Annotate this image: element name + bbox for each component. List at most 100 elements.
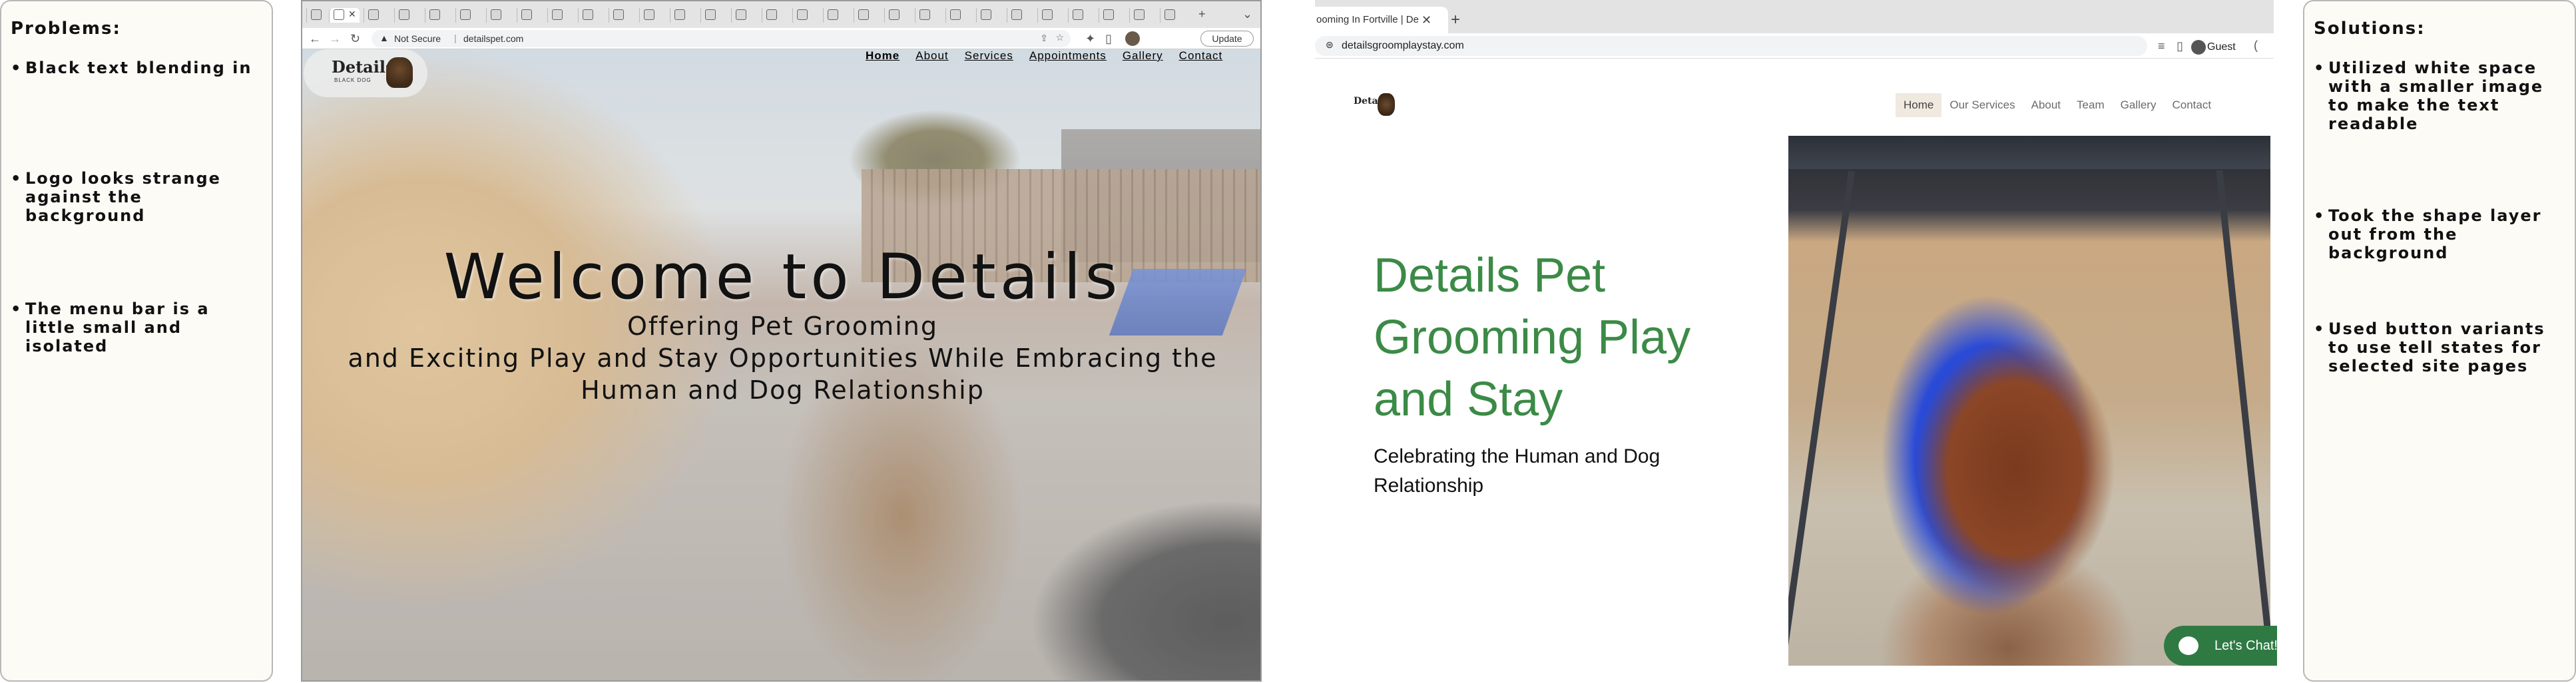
nav-contact[interactable]: Contact <box>2164 93 2219 117</box>
star-icon[interactable]: ☆ <box>1055 32 1064 43</box>
url-text: detailsgroomplaystay.com <box>1342 40 1464 51</box>
address-bar[interactable]: ⊜ detailsgroomplaystay.com <box>1315 36 2147 56</box>
browser-tab[interactable] <box>306 8 326 23</box>
tab-favicon-icon <box>1103 9 1114 20</box>
browser-tab[interactable] <box>639 8 666 23</box>
forward-icon[interactable]: → <box>329 32 341 45</box>
tab-favicon-icon <box>1164 9 1175 20</box>
tab-favicon-icon <box>460 9 471 20</box>
tab-strip: ✕ + ⌄ <box>302 1 1260 28</box>
browser-tab[interactable] <box>547 8 574 23</box>
sidebar-icon[interactable]: ▯ <box>2177 39 2183 53</box>
back-icon[interactable]: ← <box>309 32 321 45</box>
tab-favicon-icon <box>889 9 900 20</box>
new-site-nav: Home Our Services About Team Gallery Con… <box>1896 93 2219 117</box>
browser-tab[interactable] <box>486 8 513 23</box>
nav-about[interactable]: About <box>2023 93 2069 117</box>
reading-list-icon[interactable]: ≡ <box>2158 39 2165 53</box>
nav-team[interactable]: Team <box>2069 93 2113 117</box>
browser-tab[interactable] <box>1099 8 1125 23</box>
update-button[interactable]: Update <box>1200 31 1254 47</box>
browser-tab[interactable] <box>455 8 482 23</box>
solution-item: • Utilized white space with a smaller ima… <box>2314 59 2544 133</box>
tab-title: ooming In Fortville | De <box>1316 14 1419 25</box>
browser-tab[interactable] <box>517 8 543 23</box>
browser-tab[interactable] <box>945 8 972 23</box>
browser-tab[interactable] <box>609 8 635 23</box>
tab-favicon-icon <box>1073 9 1083 20</box>
profile-label[interactable]: Guest <box>2207 41 2236 53</box>
nav-gallery[interactable]: Gallery <box>1115 49 1171 64</box>
tab-favicon-icon <box>521 9 532 20</box>
new-tab-icon[interactable]: + <box>1451 12 1460 28</box>
tab-favicon-icon <box>950 9 961 20</box>
tab-favicon-icon <box>797 9 808 20</box>
browser-tab[interactable] <box>1037 8 1064 23</box>
tab-favicon-icon <box>828 9 838 20</box>
tab-favicon-icon <box>1042 9 1053 20</box>
browser-tab[interactable] <box>854 8 880 23</box>
chevron-down-icon[interactable]: ⌄ <box>1242 7 1252 21</box>
address-bar[interactable]: ▲ Not Secure | detailspet.com ⇪ ☆ <box>372 30 1071 47</box>
browser-tab[interactable] <box>670 8 696 23</box>
share-icon[interactable]: ⇪ <box>1040 33 1048 44</box>
browser-tab[interactable] <box>731 8 758 23</box>
browser-tab[interactable] <box>976 8 1003 23</box>
extensions-icon[interactable]: ✦ <box>1085 32 1095 45</box>
sidebar-icon[interactable]: ▯ <box>1105 32 1112 45</box>
browser-tab[interactable] <box>364 8 390 23</box>
tab-favicon-icon <box>429 9 440 20</box>
browser-tab[interactable] <box>1007 8 1033 23</box>
nav-appointments[interactable]: Appointments <box>1021 49 1115 64</box>
browser-tab[interactable] <box>1160 8 1186 23</box>
dog-logo-icon <box>386 57 413 88</box>
url-text: detailspet.com <box>463 33 524 44</box>
nav-gallery[interactable]: Gallery <box>2113 93 2165 117</box>
nav-our-services[interactable]: Our Services <box>1941 93 2023 117</box>
chat-bubble-icon <box>2179 636 2198 655</box>
close-icon[interactable]: ✕ <box>348 9 356 20</box>
tab-favicon-icon <box>981 9 991 20</box>
browser-tab[interactable] <box>700 8 727 23</box>
browser-tab[interactable] <box>823 8 850 23</box>
close-icon[interactable]: ✕ <box>1421 7 1431 33</box>
site-logo[interactable]: Details BLACK DOG <box>304 49 427 97</box>
browser-tab[interactable] <box>1129 8 1156 23</box>
solution-item: • Took the shape layer out from the backg… <box>2314 206 2542 262</box>
nav-contact[interactable]: Contact <box>1171 49 1231 64</box>
hero-subheadline: Celebrating the Human and Dog Relationsh… <box>1374 445 1661 497</box>
browser-tab[interactable] <box>915 8 941 23</box>
hero-line-1: Offering Pet Grooming <box>627 312 938 341</box>
dog-logo-icon <box>1378 93 1395 116</box>
browser-tab-active[interactable]: ooming In Fortville | De ✕ <box>1315 7 1448 33</box>
browser-toolbar: ⊜ detailsgroomplaystay.com ≡ ▯ Guest ( <box>1315 33 2274 59</box>
tab-favicon-icon <box>674 9 685 20</box>
browser-tab[interactable] <box>762 8 788 23</box>
nav-home[interactable]: Home <box>858 49 907 64</box>
logo-wordmark: Details <box>332 57 395 77</box>
site-logo[interactable]: Details <box>1354 93 1396 120</box>
browser-tab[interactable] <box>425 8 451 23</box>
avatar[interactable] <box>1125 31 1140 46</box>
browser-tab[interactable] <box>394 8 421 23</box>
old-site-browser: ✕ + ⌄ ← → ↻ ▲ Not Secure | detailspet.co… <box>301 0 1262 682</box>
nav-about[interactable]: About <box>907 49 956 64</box>
profile-icon[interactable] <box>2191 40 2206 55</box>
browser-tab-active[interactable]: ✕ <box>329 8 360 23</box>
problems-panel: Problems: • Black text blending in • Logo … <box>0 0 273 682</box>
nav-services[interactable]: Services <box>957 49 1021 64</box>
hero-headline: Details Pet Grooming Play and Stay <box>1374 249 1691 426</box>
reload-icon[interactable]: ↻ <box>350 32 360 45</box>
browser-tab[interactable] <box>792 8 819 23</box>
chat-button[interactable]: Let's Chat! <box>2164 626 2277 666</box>
menu-icon[interactable]: ( <box>2254 39 2258 52</box>
problems-title: Problems: <box>11 19 121 39</box>
tab-favicon-icon <box>491 9 501 20</box>
new-tab-icon[interactable]: + <box>1198 7 1206 21</box>
tab-favicon-icon <box>334 9 344 20</box>
nav-home[interactable]: Home <box>1896 93 1942 117</box>
problem-item: • Black text blending in <box>11 59 252 77</box>
browser-tab[interactable] <box>578 8 605 23</box>
browser-tab[interactable] <box>1068 8 1095 23</box>
browser-tab[interactable] <box>884 8 911 23</box>
